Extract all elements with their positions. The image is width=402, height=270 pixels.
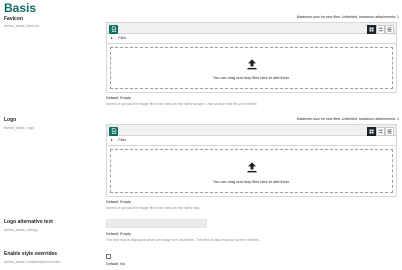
- upload-arrow-icon: [247, 59, 256, 70]
- logo-alt-setting-path: theme_basis | altlogo: [4, 228, 38, 232]
- logo-view-toggle: [367, 126, 394, 136]
- grid-view-icon: [369, 129, 374, 133]
- favicon-tree-view-button[interactable]: [385, 24, 394, 34]
- files-crumb-label: Files: [118, 36, 126, 40]
- grid-view-icon: [369, 27, 374, 31]
- logo-setting-path: theme_basis | logo: [4, 126, 35, 130]
- page-title: Basis: [4, 1, 37, 15]
- favicon-setting-label: Favicon: [4, 16, 23, 22]
- logo-tree-view-button[interactable]: [385, 126, 394, 136]
- file-add-icon: [111, 26, 116, 32]
- logo-alt-text-input[interactable]: [106, 219, 207, 228]
- favicon-filepicker-toolbar: [106, 22, 397, 34]
- logo-files-breadcrumb: ▸ 🗀 Files: [106, 136, 397, 145]
- logo-default: Default: Empty: [106, 200, 131, 204]
- favicon-description: Select or upload the image file to be us…: [106, 102, 258, 106]
- list-view-icon: [378, 129, 383, 133]
- logo-alt-description: The text that is displayed when an image…: [106, 238, 261, 242]
- logo-description: Select or upload the image file to be us…: [106, 206, 201, 210]
- logo-add-file-button[interactable]: [109, 126, 118, 136]
- style-overrides-setting-path: theme_basis | enablestyleoverrides: [4, 260, 61, 264]
- logo-alt-default: Default: Empty: [106, 232, 131, 236]
- logo-drop-text: You can drag and drop files here to add …: [213, 180, 290, 184]
- style-overrides-default: Default: No: [106, 262, 125, 266]
- favicon-max-size: Maximum size for new files: Unlimited, m…: [296, 15, 399, 19]
- favicon-view-toggle: [367, 24, 394, 34]
- tree-view-icon: [387, 27, 392, 31]
- files-crumb-label: Files: [118, 138, 126, 142]
- logo-dropzone-area[interactable]: You can drag and drop files here to add …: [110, 149, 393, 193]
- list-view-icon: [378, 27, 383, 31]
- favicon-grid-view-button[interactable]: [367, 24, 376, 34]
- favicon-dropzone[interactable]: You can drag and drop files here to add …: [106, 43, 397, 93]
- upload-arrow-icon: [247, 162, 256, 173]
- favicon-setting-path: theme_basis | favicon: [4, 24, 39, 28]
- logo-setting-label: Logo: [4, 117, 17, 123]
- logo-dropzone[interactable]: You can drag and drop files here to add …: [106, 145, 397, 197]
- favicon-files-breadcrumb: ▸ 🗀 Files: [106, 34, 397, 43]
- favicon-drop-text: You can drag and drop files here to add …: [213, 76, 290, 80]
- style-overrides-checkbox[interactable]: [106, 254, 111, 259]
- logo-filepicker-toolbar: [106, 124, 397, 136]
- logo-alt-setting-label: Logo alternative text: [4, 219, 53, 225]
- favicon-list-view-button[interactable]: [376, 24, 385, 34]
- logo-list-view-button[interactable]: [376, 126, 385, 136]
- file-add-icon: [111, 128, 116, 134]
- style-overrides-setting-label: Enable style overrides: [4, 251, 58, 257]
- logo-max-size: Maximum size for new files: Unlimited, m…: [296, 117, 399, 121]
- favicon-dropzone-area[interactable]: You can drag and drop files here to add …: [110, 47, 393, 89]
- logo-grid-view-button[interactable]: [367, 126, 376, 136]
- favicon-add-file-button[interactable]: [109, 24, 118, 34]
- favicon-default: Default: Empty: [106, 96, 131, 100]
- tree-view-icon: [387, 129, 392, 133]
